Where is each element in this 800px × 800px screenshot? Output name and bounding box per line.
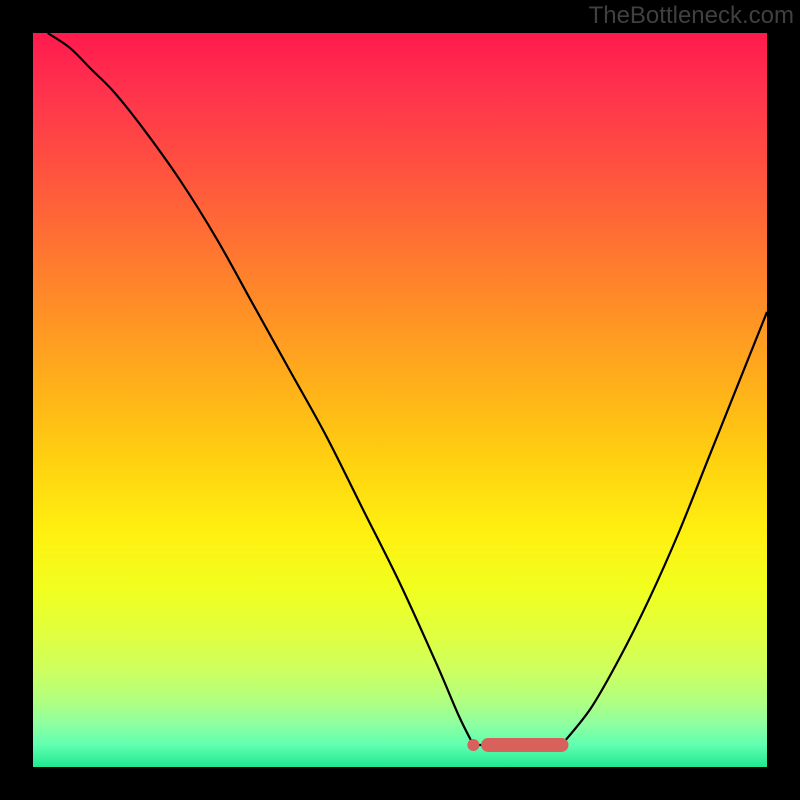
left-curve [48,33,474,745]
chart-svg [33,33,767,767]
optimal-point-marker [467,739,479,751]
chart-plot-area [33,33,767,767]
attribution-text: TheBottleneck.com [589,2,794,30]
right-curve [561,312,767,745]
